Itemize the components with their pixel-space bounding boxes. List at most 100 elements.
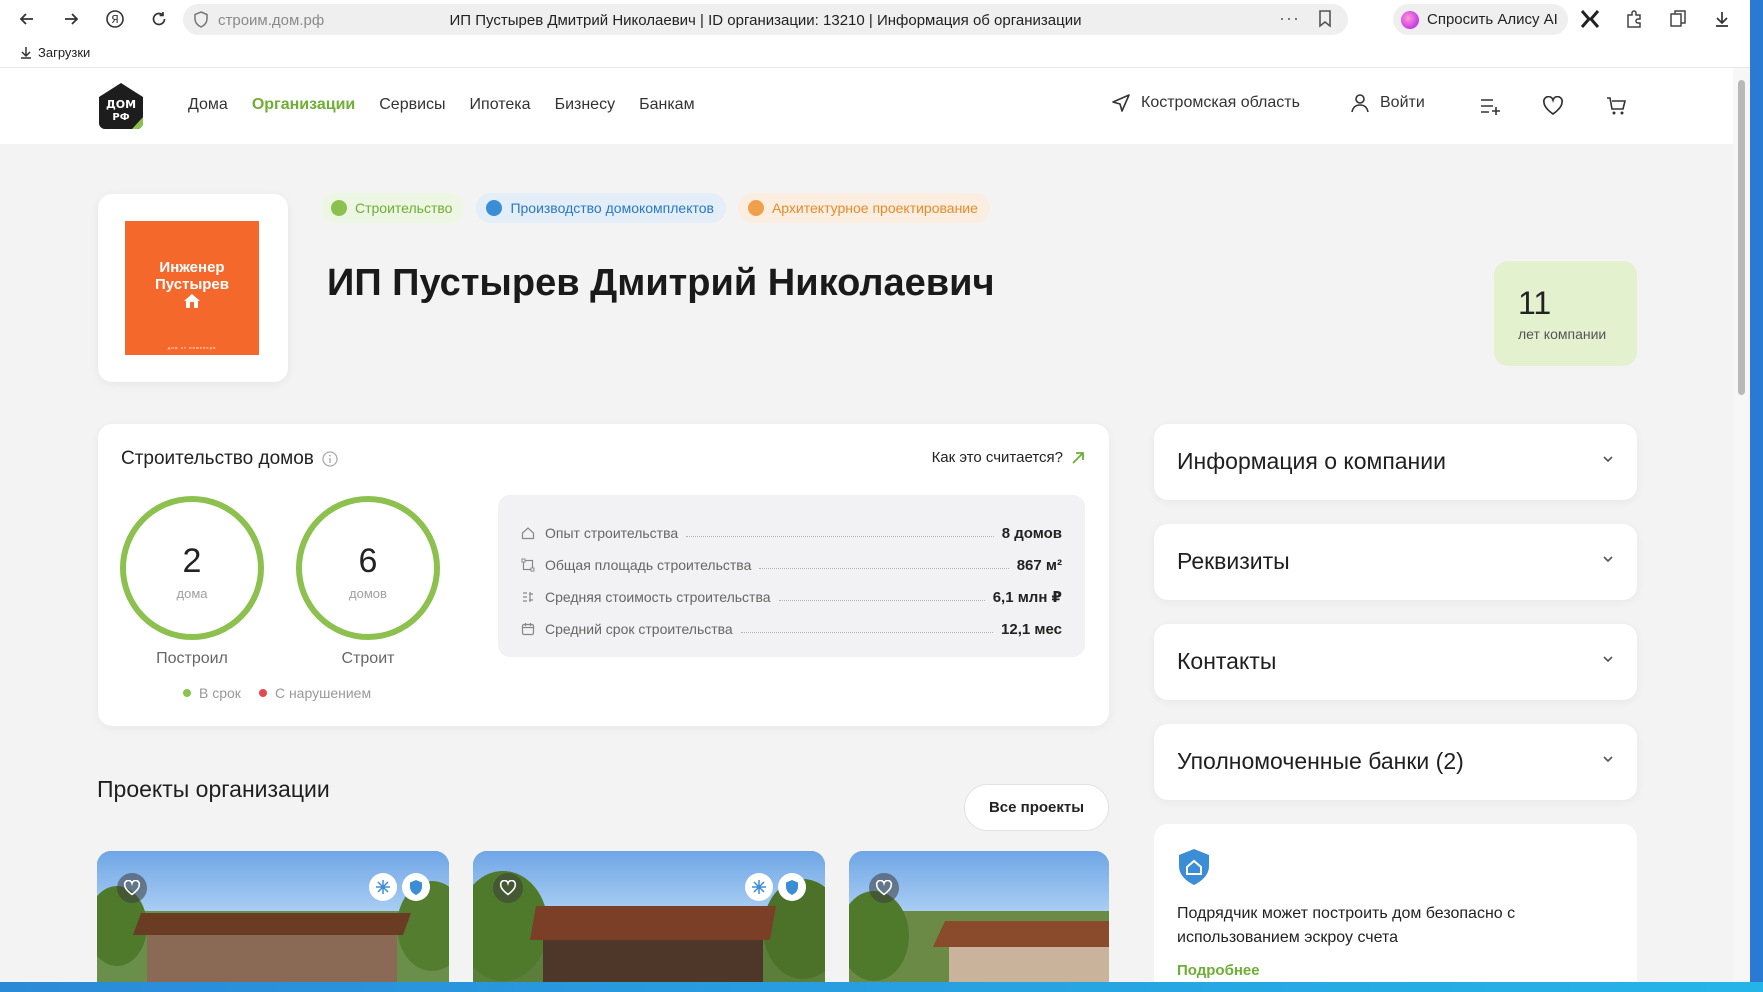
ask-alice-button[interactable]: Спросить Алису AI <box>1393 4 1568 35</box>
building-value: 6 <box>358 542 378 580</box>
chevron-down-icon <box>1603 756 1613 763</box>
nav-mortgage[interactable]: Ипотека <box>470 96 531 114</box>
location-arrow-icon <box>1112 94 1130 112</box>
alice-icon <box>1401 10 1419 29</box>
tag-architecture[interactable]: Архитектурное проектирование <box>737 193 990 223</box>
nav-organizations[interactable]: Организации <box>252 96 355 114</box>
snowflake-icon <box>745 873 773 901</box>
download-icon[interactable] <box>1706 6 1738 32</box>
tag-label: Производство домокомплектов <box>510 200 714 216</box>
accordion-contacts[interactable]: Контакты <box>1154 624 1637 700</box>
nav-services[interactable]: Сервисы <box>379 96 445 114</box>
collections-icon[interactable] <box>1662 6 1694 32</box>
svg-text:ДОМ: ДОМ <box>106 98 136 111</box>
stat-value: 8 домов <box>1001 524 1062 542</box>
built-caption: Построил <box>156 650 228 667</box>
downloads-bar-item[interactable]: Загрузки <box>20 45 90 60</box>
stat-label: Средняя стоимость строительства <box>545 589 771 605</box>
apps-icon[interactable] <box>1574 6 1606 32</box>
years-value: 11 <box>1518 285 1552 321</box>
cart-icon[interactable] <box>1603 92 1631 120</box>
favorites-icon[interactable] <box>1539 92 1567 120</box>
escrow-more-link[interactable]: Подробнее <box>1177 962 1260 979</box>
escrow-text: Подрядчик может построить дом безопасно … <box>1177 905 1516 946</box>
main-nav: Дома Организации Сервисы Ипотека Бизнесу… <box>188 96 695 114</box>
accordion-title: Реквизиты <box>1177 548 1290 574</box>
more-icon[interactable]: ··· <box>1279 8 1300 29</box>
vertical-scrollbar[interactable] <box>1733 68 1750 980</box>
stat-label: Опыт строительства <box>545 525 679 541</box>
ring-legend: В срок С нарушением <box>183 685 371 701</box>
ontime-dot-icon <box>183 689 191 697</box>
tag-label: Архитектурное проектирование <box>771 200 978 216</box>
chevron-down-icon <box>1603 656 1613 663</box>
nav-business[interactable]: Бизнесу <box>555 96 616 114</box>
svg-text:Я: Я <box>111 13 119 26</box>
accordion-title: Информация о компании <box>1177 448 1446 474</box>
favorite-heart-icon[interactable] <box>117 873 147 903</box>
stat-row: Средний срок строительства 12,1 мес <box>521 613 1062 645</box>
project-card[interactable] <box>849 851 1109 992</box>
stat-value: 6,1 млн ₽ <box>992 589 1062 606</box>
building-caption: Строит <box>341 650 395 667</box>
years-label: лет компании <box>1518 326 1607 342</box>
construction-title: Строительство домов <box>121 448 338 470</box>
tag-label: Строительство <box>355 200 453 216</box>
escrow-shield-icon <box>778 873 806 901</box>
yandex-icon[interactable]: Я <box>99 6 131 32</box>
accordion-company-info[interactable]: Информация о компании <box>1154 424 1637 500</box>
forward-icon[interactable] <box>55 6 87 32</box>
all-projects-button[interactable]: Все проекты <box>964 784 1109 831</box>
how-calculated-link[interactable]: Как это считается? <box>932 449 1085 466</box>
escrow-shield-icon <box>402 873 430 901</box>
legend-violation: С нарушением <box>258 685 371 701</box>
architecture-tag-icon <box>747 200 764 216</box>
violation-dot-icon <box>258 689 267 697</box>
taskbar-edge <box>0 982 1763 992</box>
construction-title-text: Строительство домов <box>121 448 314 469</box>
arrow-up-right-icon <box>1072 451 1084 464</box>
stat-value: 12,1 мес <box>1001 620 1062 638</box>
project-card[interactable] <box>473 851 825 992</box>
org-title: ИП Пустырев Дмитрий Николаевич <box>327 262 995 304</box>
favorite-heart-icon[interactable] <box>869 873 899 903</box>
bookmark-icon[interactable] <box>1318 10 1332 28</box>
scrollbar-thumb[interactable] <box>1738 80 1745 395</box>
download-small-icon <box>21 47 31 59</box>
info-icon[interactable] <box>322 451 338 467</box>
region-selector[interactable]: Костромская область <box>1111 93 1300 113</box>
chevron-down-icon <box>1603 456 1613 463</box>
how-calculated-label: Как это считается? <box>931 449 1063 466</box>
project-card[interactable] <box>97 851 449 992</box>
browser-chrome: Я строим.дом.рф ИП Пустырев Дмитрий Нико… <box>0 0 1763 68</box>
nav-banks[interactable]: Банкам <box>639 96 694 114</box>
domrf-logo[interactable]: ДОМ РФ <box>96 81 146 131</box>
org-logo: Инженер Пустырев дом от инженера <box>125 221 259 355</box>
extensions-icon[interactable] <box>1618 6 1650 32</box>
address-bar[interactable]: строим.дом.рф ИП Пустырев Дмитрий Никола… <box>183 4 1348 35</box>
construction-card: Строительство домов Как это считается? 2… <box>98 424 1109 726</box>
org-logo-line2: Пустырев <box>155 276 229 293</box>
accordion-authorized-banks[interactable]: Уполномоченные банки (2) <box>1154 724 1637 800</box>
tag-construction[interactable]: Строительство <box>321 193 465 223</box>
reload-icon[interactable] <box>143 6 175 32</box>
org-logo-card: Инженер Пустырев дом от инженера <box>98 194 288 382</box>
accordion-title: Контакты <box>1177 648 1277 674</box>
compare-icon[interactable] <box>1476 92 1504 120</box>
site-header: ДОМ РФ Дома Организации Сервисы Ипотека … <box>0 68 1733 144</box>
tag-house-kits[interactable]: Производство домокомплектов <box>476 193 726 223</box>
calendar-icon <box>521 623 535 636</box>
back-icon[interactable] <box>11 6 43 32</box>
login-button[interactable]: Войти <box>1350 93 1425 113</box>
svg-text:РФ: РФ <box>112 112 129 123</box>
alice-label: Спросить Алису AI <box>1427 11 1558 28</box>
building-ring: 6 домов <box>296 496 440 640</box>
escrow-shield-house-icon <box>1179 849 1209 885</box>
nav-houses[interactable]: Дома <box>188 96 228 114</box>
building-unit: домов <box>349 586 387 601</box>
accordion-requisites[interactable]: Реквизиты <box>1154 524 1637 600</box>
favorite-heart-icon[interactable] <box>493 873 523 903</box>
stat-row: Опыт строительства 8 домов <box>521 517 1062 549</box>
downloads-label: Загрузки <box>38 45 91 60</box>
accordion-title: Уполномоченные банки (2) <box>1177 748 1464 774</box>
